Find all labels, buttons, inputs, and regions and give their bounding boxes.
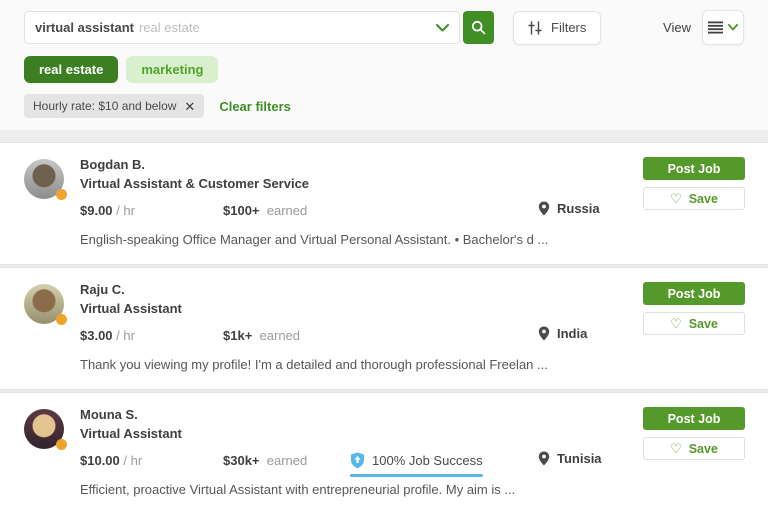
total-earned: $1k+ earned [223,327,301,343]
tag-real-estate[interactable]: real estate [24,56,119,83]
search-query-text: virtual assistant [35,20,134,35]
location: Russia [538,201,600,216]
avatar[interactable] [24,284,67,325]
save-button-label: Save [688,316,718,331]
search-input[interactable]: virtual assistant real estate [24,11,460,44]
card-main: Raju C. Virtual Assistant $3.00 / hr $1k… [80,282,631,389]
heart-icon: ♡ [670,315,682,331]
view-control: View [663,10,744,45]
active-filters-row: Hourly rate: $10 and below ✕ Clear filte… [24,94,744,118]
post-job-button[interactable]: Post Job [643,407,745,430]
stats-row: $10.00 / hr $30k+ earned 100% Job Succes… [80,451,631,477]
location-pin-icon [538,326,550,341]
freelancer-title: Virtual Assistant & Customer Service [80,176,310,191]
card-actions: Post Job ♡ Save [643,407,745,509]
freelancer-description: English-speaking Office Manager and Virt… [80,232,549,247]
location: India [538,326,587,341]
view-label: View [663,20,691,35]
search-suggestion-text: real estate [139,20,200,35]
shield-icon [350,452,365,469]
job-success-badge: 100% Job Success [350,452,483,477]
job-success-label: 100% Job Success [372,452,483,468]
save-button[interactable]: ♡ Save [643,437,745,460]
freelancer-card: Bogdan B. Virtual Assistant & Customer S… [0,142,768,265]
location-pin-icon [538,201,550,216]
freelancer-name[interactable]: Mouna S. [80,407,631,422]
search-header: virtual assistant real estate Filters Vi… [0,0,768,130]
heart-icon: ♡ [670,440,682,456]
status-dot [56,189,67,200]
save-button[interactable]: ♡ Save [643,187,745,210]
status-dot [56,439,67,450]
location-name: Tunisia [557,451,602,466]
hourly-rate: $10.00 / hr [80,452,143,468]
hourly-rate: $3.00 / hr [80,327,135,343]
freelancer-description: Thank you viewing my profile! I'm a deta… [80,357,548,372]
location-name: Russia [557,201,600,216]
close-icon[interactable]: ✕ [184,100,195,113]
search-icon [471,20,486,35]
filters-button[interactable]: Filters [513,10,602,45]
total-earned: $30k+ earned [223,452,308,468]
freelancer-title: Virtual Assistant [80,301,182,316]
location-pin-icon [538,451,550,466]
filters-button-label: Filters [551,20,587,35]
post-job-button[interactable]: Post Job [643,157,745,180]
card-actions: Post Job ♡ Save [643,157,745,264]
view-selector[interactable] [702,10,744,45]
list-view-icon [708,21,723,34]
card-actions: Post Job ♡ Save [643,282,745,389]
post-job-button[interactable]: Post Job [643,282,745,305]
tags-row: real estate marketing [24,56,744,83]
freelancer-name[interactable]: Raju C. [80,282,631,297]
total-earned: $100+ earned [223,202,308,218]
save-button[interactable]: ♡ Save [643,312,745,335]
stats-row: $3.00 / hr $1k+ earned India [80,326,631,344]
stats-row: $9.00 / hr $100+ earned Russia [80,201,631,219]
filter-chip-hourly-rate: Hourly rate: $10 and below ✕ [24,94,205,118]
heart-icon: ♡ [670,190,682,206]
tag-marketing[interactable]: marketing [126,56,219,83]
freelancer-search-page: virtual assistant real estate Filters Vi… [0,0,768,509]
chevron-down-icon [728,24,738,31]
freelancer-card: Raju C. Virtual Assistant $3.00 / hr $1k… [0,267,768,390]
hourly-rate: $9.00 / hr [80,202,135,218]
freelancer-card: Mouna S. Virtual Assistant $10.00 / hr $… [0,392,768,509]
search-button[interactable] [463,11,494,44]
avatar[interactable] [24,159,67,200]
filter-chip-label: Hourly rate: $10 and below [33,99,177,113]
job-success-bar [350,473,483,477]
sliders-icon [528,20,542,35]
clear-filters-link[interactable]: Clear filters [219,99,291,114]
freelancer-name[interactable]: Bogdan B. [80,157,631,172]
chevron-down-icon[interactable] [436,23,449,32]
location: Tunisia [538,451,602,466]
location-name: India [557,326,588,341]
status-dot [56,314,67,325]
save-button-label: Save [688,191,718,206]
freelancer-title: Virtual Assistant [80,426,182,441]
card-main: Bogdan B. Virtual Assistant & Customer S… [80,157,631,264]
freelancer-description: Efficient, proactive Virtual Assistant w… [80,482,516,497]
avatar[interactable] [24,409,67,450]
card-main: Mouna S. Virtual Assistant $10.00 / hr $… [80,407,631,509]
search-row: virtual assistant real estate Filters Vi… [24,10,744,45]
save-button-label: Save [688,441,718,456]
